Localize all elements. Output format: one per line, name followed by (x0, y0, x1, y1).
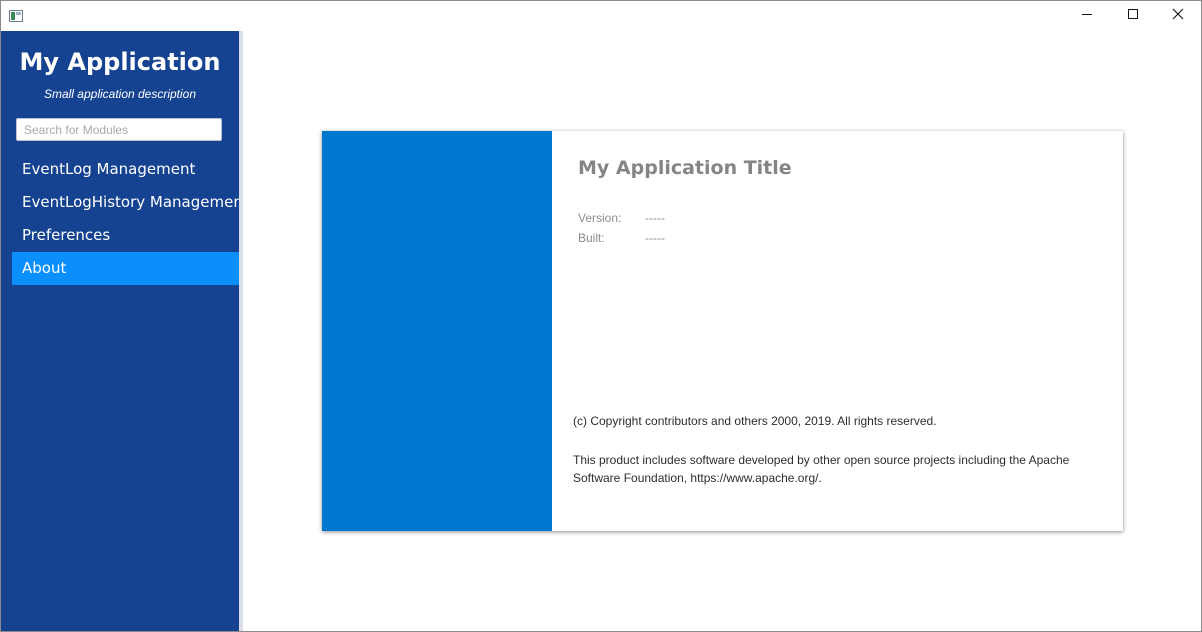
minimize-button[interactable] (1064, 1, 1110, 31)
app-icon (9, 9, 23, 22)
title-bar[interactable] (1, 1, 1201, 31)
about-card: My Application Title Version: ----- Buil… (322, 131, 1123, 531)
version-label: Version: (578, 211, 622, 225)
license-text: This product includes software developed… (573, 453, 1070, 485)
sidebar-app-description: Small application description (43, 87, 197, 101)
minimize-icon (1081, 7, 1093, 25)
sidebar-item-label: Preferences (22, 226, 111, 244)
version-value: ----- (645, 211, 665, 225)
about-banner (322, 131, 552, 531)
close-button[interactable] (1155, 1, 1201, 31)
sidebar-item-eventlog-management[interactable]: EventLog Management (12, 153, 239, 186)
sidebar-item-preferences[interactable]: Preferences (12, 219, 239, 252)
sidebar-item-label: EventLogHistory Management (22, 193, 249, 211)
sidebar-app-title: My Application (19, 48, 221, 76)
sidebar: My Application Small application descrip… (1, 31, 249, 631)
built-value: ----- (645, 231, 665, 245)
maximize-icon (1127, 7, 1139, 25)
sidebar-item-about[interactable]: About (12, 252, 239, 285)
maximize-button[interactable] (1110, 1, 1156, 31)
about-title: My Application Title (578, 157, 792, 179)
sidebar-item-eventloghistory-management[interactable]: EventLogHistory Management (12, 186, 249, 219)
close-icon (1172, 7, 1184, 25)
application-window: My Application Small application descrip… (0, 0, 1202, 632)
sidebar-item-label: EventLog Management (22, 160, 196, 178)
module-search-input[interactable] (16, 118, 222, 141)
sidebar-item-label: About (22, 259, 67, 277)
copyright-text: (c) Copyright contributors and others 20… (573, 414, 937, 428)
sidebar-divider[interactable] (239, 31, 243, 631)
built-label: Built: (578, 231, 605, 245)
